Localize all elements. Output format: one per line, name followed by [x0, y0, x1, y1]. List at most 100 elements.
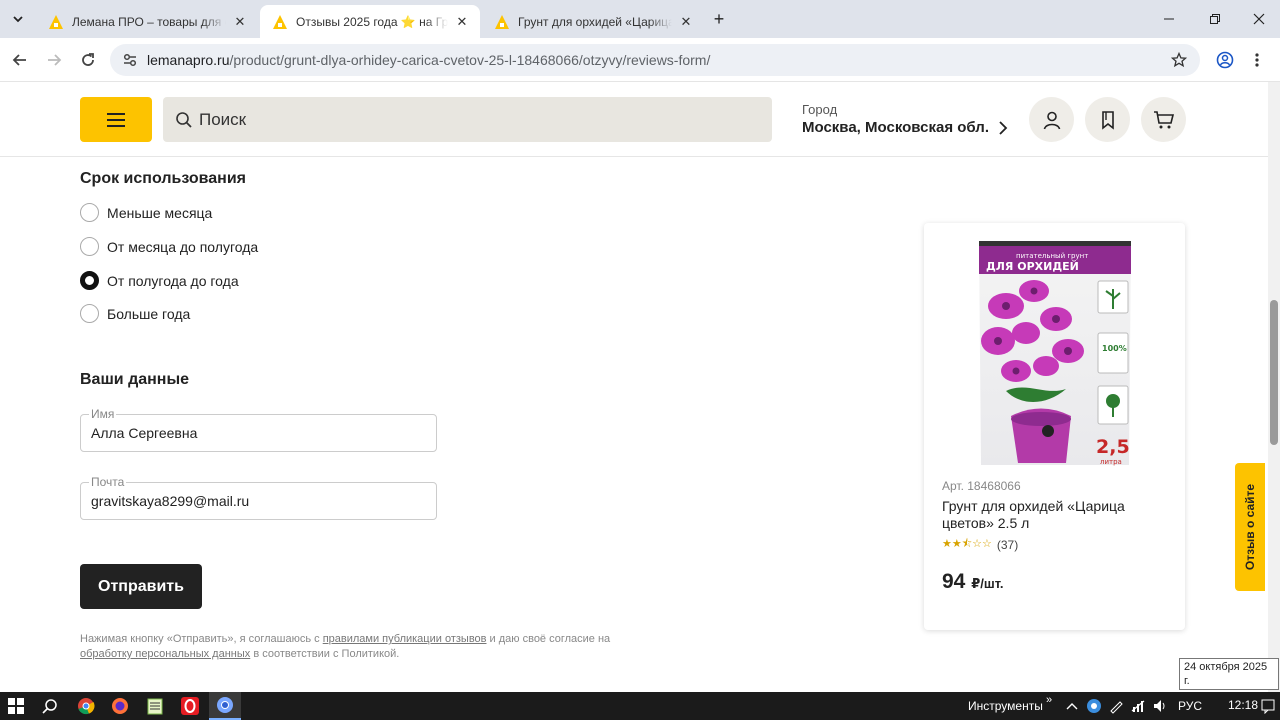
- personal-data-link[interactable]: обработку персональных данных: [80, 648, 250, 660]
- tray-language[interactable]: РУС: [1178, 699, 1202, 713]
- catalog-menu-button[interactable]: [80, 97, 152, 142]
- lemana-favicon-icon: [273, 14, 287, 29]
- opera-icon: [181, 697, 199, 715]
- scrollbar-thumb[interactable]: [1270, 300, 1278, 445]
- product-image: питательный грунт ДЛЯ ОРХИДЕЙ 100% 2,5 л…: [979, 241, 1131, 466]
- radio-usage-month-half-year[interactable]: От месяца до полугода: [80, 237, 258, 256]
- favorites-button[interactable]: [1085, 97, 1130, 142]
- email-field[interactable]: Почта: [80, 475, 437, 520]
- start-button[interactable]: [6, 696, 26, 716]
- lemana-favicon-icon: [49, 14, 63, 29]
- product-name[interactable]: Грунт для орхидей «Царица цветов» 2.5 л: [942, 498, 1172, 532]
- date-tooltip: 24 октября 2025 г. пятница: [1179, 658, 1279, 701]
- taskbar-chrome[interactable]: [76, 696, 96, 716]
- city-selector[interactable]: Город Москва, Московская обл.: [802, 102, 1009, 136]
- reload-button[interactable]: [74, 46, 102, 74]
- search-input[interactable]: Поиск: [163, 97, 772, 142]
- package-title: ДЛЯ ОРХИДЕЙ: [986, 260, 1079, 273]
- taskbar-opera[interactable]: [180, 696, 200, 716]
- notifications-icon[interactable]: [1258, 696, 1278, 716]
- cart-button[interactable]: [1141, 97, 1186, 142]
- browser-menu-button[interactable]: [1243, 46, 1271, 74]
- tab-reviews[interactable]: Отзывы 2025 года ⭐ на Грунт ✕: [260, 5, 480, 38]
- account-button[interactable]: [1029, 97, 1074, 142]
- back-button[interactable]: [6, 46, 34, 74]
- profile-button[interactable]: [1211, 46, 1239, 74]
- radio-circle-selected[interactable]: [80, 271, 99, 290]
- address-bar: lemanapro.ru/product/grunt-dlya-orhidey-…: [0, 38, 1280, 82]
- city-value: Москва, Московская обл.: [802, 119, 989, 136]
- forward-button[interactable]: [40, 46, 68, 74]
- name-input[interactable]: [91, 425, 421, 441]
- name-field[interactable]: Имя: [80, 407, 437, 452]
- taskbar-chrome-active[interactable]: [209, 692, 241, 720]
- url-field[interactable]: lemanapro.ru/product/grunt-dlya-orhidey-…: [110, 44, 1200, 76]
- review-rules-link[interactable]: правилами публикации отзывов: [323, 633, 487, 645]
- tools-expand-icon[interactable]: »: [1046, 694, 1052, 706]
- name-field-label: Имя: [89, 407, 117, 421]
- tray-network-icon[interactable]: [1128, 696, 1148, 716]
- bookmark-star-button[interactable]: [1165, 46, 1193, 74]
- tooltip-date: 24 октября 2025 г.: [1184, 661, 1268, 687]
- email-input[interactable]: [91, 493, 421, 509]
- radio-label: Меньше месяца: [107, 204, 213, 221]
- minimize-icon: [1164, 18, 1174, 20]
- price-value: 94: [942, 570, 966, 593]
- usage-period-title: Срок использования: [80, 170, 247, 187]
- radio-label: От месяца до полугода: [107, 238, 259, 255]
- taskbar-search-button[interactable]: [40, 696, 60, 716]
- notepad-icon: [147, 698, 163, 715]
- taskbar-notepad[interactable]: [145, 696, 165, 716]
- reviews-count: (37): [996, 537, 1019, 552]
- radio-circle[interactable]: [80, 237, 99, 256]
- browser-tab-bar: Лемана ПРО – товары для стр ✕ Отзывы 202…: [0, 0, 1280, 38]
- new-tab-button[interactable]: +: [706, 0, 732, 38]
- review-form-page: Срок использования Меньше месяца От меся…: [0, 157, 1268, 692]
- arrow-right-icon: [48, 54, 62, 66]
- taskbar-tools-label[interactable]: Инструменты: [968, 699, 1043, 713]
- page-scrollbar[interactable]: [1268, 82, 1280, 692]
- close-window-button[interactable]: [1236, 0, 1280, 38]
- tray-clock[interactable]: 12:18: [1228, 698, 1258, 712]
- close-icon: [1253, 13, 1265, 25]
- profile-icon: [1216, 51, 1234, 69]
- radio-circle[interactable]: [80, 304, 99, 323]
- restore-button[interactable]: [1192, 0, 1238, 38]
- product-card[interactable]: питательный грунт ДЛЯ ОРХИДЕЙ 100% 2,5 л…: [924, 223, 1185, 630]
- kebab-menu-icon: [1255, 53, 1259, 67]
- radio-usage-less-month[interactable]: Меньше месяца: [80, 203, 212, 222]
- tab-title: Лемана ПРО – товары для стр: [72, 14, 226, 29]
- close-tab-icon[interactable]: ✕: [454, 14, 470, 30]
- tab-product[interactable]: Грунт для орхидей «Царица цв ✕: [482, 5, 704, 38]
- tray-chevron-up-icon[interactable]: [1062, 696, 1082, 716]
- site-feedback-tab[interactable]: Отзыв о сайте: [1235, 463, 1265, 591]
- tray-pen-icon[interactable]: [1106, 696, 1126, 716]
- tab-search-button[interactable]: [4, 0, 32, 38]
- product-rating[interactable]: ★★⯪☆☆ (37): [942, 535, 1018, 554]
- search-icon: [42, 699, 57, 714]
- taskbar-firefox[interactable]: [110, 696, 130, 716]
- site-settings-icon[interactable]: [120, 50, 140, 70]
- close-tab-icon[interactable]: ✕: [232, 14, 248, 30]
- reload-icon: [82, 53, 94, 66]
- radio-usage-more-year[interactable]: Больше года: [80, 304, 190, 323]
- site-feedback-label: Отзыв о сайте: [1243, 483, 1258, 571]
- legal-text: и даю своё согласие на: [486, 633, 611, 645]
- radio-circle[interactable]: [80, 203, 99, 222]
- search-placeholder: Поиск: [199, 109, 247, 129]
- user-icon: [1043, 111, 1060, 129]
- radio-usage-half-year-year[interactable]: От полугода до года: [80, 271, 239, 290]
- tray-app-icon[interactable]: [1084, 696, 1104, 716]
- close-tab-icon[interactable]: ✕: [678, 14, 694, 30]
- submit-button[interactable]: Отправить: [80, 564, 202, 609]
- chrome-icon: [217, 697, 233, 713]
- tab-title: Грунт для орхидей «Царица цв: [518, 14, 672, 29]
- tray-speaker-icon[interactable]: [1150, 696, 1170, 716]
- radio-label: Больше года: [107, 305, 191, 322]
- your-data-title: Ваши данные: [80, 371, 190, 388]
- minimize-button[interactable]: [1146, 0, 1192, 38]
- legal-text: Нажимая кнопку «Отправить», я соглашаюсь…: [80, 633, 323, 645]
- lemana-favicon-icon: [495, 14, 509, 29]
- bookmark-icon: [1101, 110, 1114, 130]
- tab-lemana-home[interactable]: Лемана ПРО – товары для стр ✕: [36, 5, 258, 38]
